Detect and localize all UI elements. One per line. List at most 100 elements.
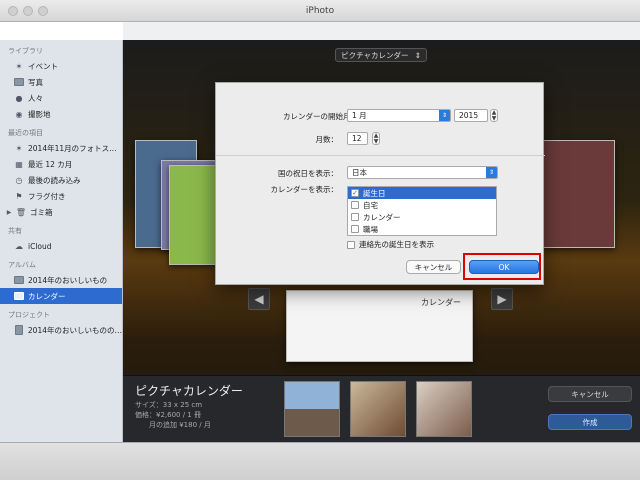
title-bar: iPhoto — [0, 0, 640, 22]
create-button[interactable]: 作成 — [548, 414, 632, 430]
clock-icon: ◷ — [15, 175, 23, 185]
select-arrows-icon: ⇕ — [439, 110, 450, 121]
sidebar-section-header: ライブラリ — [8, 47, 43, 55]
calendar-list-item-calendar[interactable]: カレンダー — [348, 211, 496, 223]
calendar-icon: ▦ — [15, 159, 23, 169]
months-stepper[interactable]: ▲ ▼ — [372, 132, 380, 145]
sidebar-item-photos[interactable]: 写真 — [0, 74, 122, 90]
previous-theme-arrow-icon[interactable]: ◀ — [248, 288, 270, 310]
sidebar-section-header: 共有 — [8, 227, 22, 235]
disclosure-triangle-icon[interactable]: ▶ — [6, 207, 12, 217]
theme-extra-price: 月の追加 ¥180 / 月 — [149, 421, 211, 429]
sidebar-item-label: カレンダー — [28, 291, 66, 301]
calendar-list-item-label: 自宅 — [363, 200, 378, 210]
contacts-birthdays-label: 連絡先の誕生日を表示 — [359, 240, 434, 249]
trash-icon: 🗑 — [15, 207, 27, 217]
start-year-value: 2015 — [459, 111, 479, 120]
sidebar-item-trash[interactable]: ▶ 🗑 ゴミ箱 — [0, 204, 122, 220]
months-label: 月数： — [315, 135, 339, 144]
window-title: iPhoto — [305, 5, 335, 16]
sample-photo-thumbnail — [416, 381, 472, 437]
sidebar-item-recent-event[interactable]: ✶ 2014年11月のフォトス… — [0, 140, 122, 156]
sidebar-item-flagged[interactable]: ⚑ フラグ付き — [0, 188, 122, 204]
calendar-list-item-label: 職場 — [363, 224, 378, 234]
theme-size: サイズ：33 x 25 cm — [135, 401, 203, 409]
calendar-preview-label: カレンダー — [421, 298, 461, 307]
album-icon — [14, 275, 24, 285]
work-checkbox[interactable] — [351, 225, 359, 233]
sidebar-item-label: 2014年11月のフォトス… — [28, 143, 117, 153]
sidebar-item-label: イベント — [28, 61, 58, 71]
sample-photo-thumbnail — [284, 381, 340, 437]
sidebar-header-strip — [123, 22, 640, 40]
theme-info-bar: ピクチャカレンダー サイズ：33 x 25 cm 価格：¥2,600 / 1 冊… — [123, 375, 640, 442]
calendar-theme-thumbnail[interactable] — [169, 165, 219, 265]
holidays-select[interactable]: 日本 ⇕ — [347, 166, 498, 179]
calendar-list-item-home[interactable]: 自宅 — [348, 199, 496, 211]
sidebar-item-label: 撮影地 — [28, 109, 51, 119]
photos-icon — [14, 77, 24, 87]
sidebar-item-label: 2014年のおいしいものの… — [27, 325, 122, 335]
theme-details: サイズ：33 x 25 cm 価格：¥2,600 / 1 冊 月の追加 ¥180… — [135, 400, 211, 430]
birthdays-checkbox[interactable]: ✓ — [351, 189, 359, 197]
holidays-value: 日本 — [352, 168, 367, 177]
people-icon: ● — [15, 93, 23, 103]
sidebar-item-album-food[interactable]: 2014年のおいしいもの — [0, 272, 122, 288]
icloud-icon: ☁ — [15, 241, 23, 251]
zoom-window-button[interactable] — [38, 6, 48, 16]
sidebar-item-album-calendar[interactable]: カレンダー — [0, 288, 122, 304]
sidebar-item-label: 最後の読み込み — [28, 175, 81, 185]
start-month-value: 1 月 — [352, 111, 367, 120]
sidebar-item-icloud[interactable]: ☁ iCloud — [0, 238, 122, 254]
sidebar-item-last-12-months[interactable]: ▦ 最近 12 カ月 — [0, 156, 122, 172]
contacts-birthdays-option[interactable]: 連絡先の誕生日を表示 — [347, 239, 434, 250]
updown-arrow-icon: ⇕ — [414, 50, 421, 60]
sidebar-item-label: フラグ付き — [28, 191, 66, 201]
theme-title: ピクチャカレンダー — [135, 384, 243, 398]
theme-price: 価格：¥2,600 / 1 冊 — [135, 411, 201, 419]
theme-popup-label: ピクチャカレンダー — [341, 50, 409, 60]
sample-photo-thumbnail — [350, 381, 406, 437]
home-checkbox[interactable] — [351, 201, 359, 209]
select-arrows-icon: ⇕ — [486, 167, 497, 178]
sidebar-item-people[interactable]: ● 人々 — [0, 90, 122, 106]
contacts-birthdays-checkbox[interactable] — [347, 240, 355, 249]
calendar-list-item-work[interactable]: 職場 — [348, 223, 496, 235]
theme-popup-button[interactable]: ピクチャカレンダー ⇕ — [335, 48, 427, 62]
sidebar-item-places[interactable]: ◉ 撮影地 — [0, 106, 122, 122]
project-icon — [14, 325, 24, 335]
calendar-list-item-birthdays[interactable]: ✓ 誕生日 — [348, 187, 496, 199]
calendar-theme-thumbnail[interactable] — [543, 140, 615, 248]
cancel-button[interactable]: キャンセル — [406, 260, 461, 274]
start-month-select[interactable]: 1 月 ⇕ — [347, 109, 451, 122]
calendar-theme-preview[interactable]: カレンダー — [286, 290, 473, 362]
cancel-theme-button[interactable]: キャンセル — [548, 386, 632, 402]
minimize-window-button[interactable] — [23, 6, 33, 16]
dialog-divider — [216, 155, 545, 156]
months-value: 12 — [352, 134, 362, 143]
calendar-checkbox[interactable] — [351, 213, 359, 221]
months-field[interactable]: 12 — [347, 132, 368, 145]
calendar-list-item-label: カレンダー — [363, 212, 401, 222]
album-icon — [14, 291, 24, 301]
sidebar-section-header: プロジェクト — [8, 311, 50, 319]
start-year-field[interactable]: 2015 — [454, 109, 488, 122]
year-stepper[interactable]: ▲ ▼ — [490, 109, 498, 122]
holidays-label: 国の祝日を表示： — [278, 169, 338, 178]
highlight-box — [463, 253, 541, 280]
close-window-button[interactable] — [8, 6, 18, 16]
sidebar-item-last-import[interactable]: ◷ 最後の読み込み — [0, 172, 122, 188]
calendars-list: ✓ 誕生日 自宅 カレンダー 職場 — [347, 186, 497, 236]
sidebar-item-events[interactable]: ✶ イベント — [0, 58, 122, 74]
window-controls — [8, 6, 48, 16]
show-calendars-label: カレンダーを表示： — [270, 185, 339, 194]
sidebar-item-project[interactable]: 2014年のおいしいものの… — [0, 322, 122, 338]
sidebar-item-label: 2014年のおいしいもの — [28, 275, 108, 285]
sidebar: ライブラリ ✶ イベント 写真 ● 人々 ◉ 撮影地 最近の項目 ✶ 2014年11月の… — [0, 40, 123, 442]
sidebar-section-header: アルバム — [8, 261, 36, 269]
sidebar-section-header: 最近の項目 — [8, 129, 43, 137]
event-icon: ✶ — [15, 143, 23, 153]
sidebar-item-label: ゴミ箱 — [30, 207, 53, 217]
event-icon: ✶ — [15, 61, 23, 71]
next-theme-arrow-icon[interactable]: ▶ — [491, 288, 513, 310]
